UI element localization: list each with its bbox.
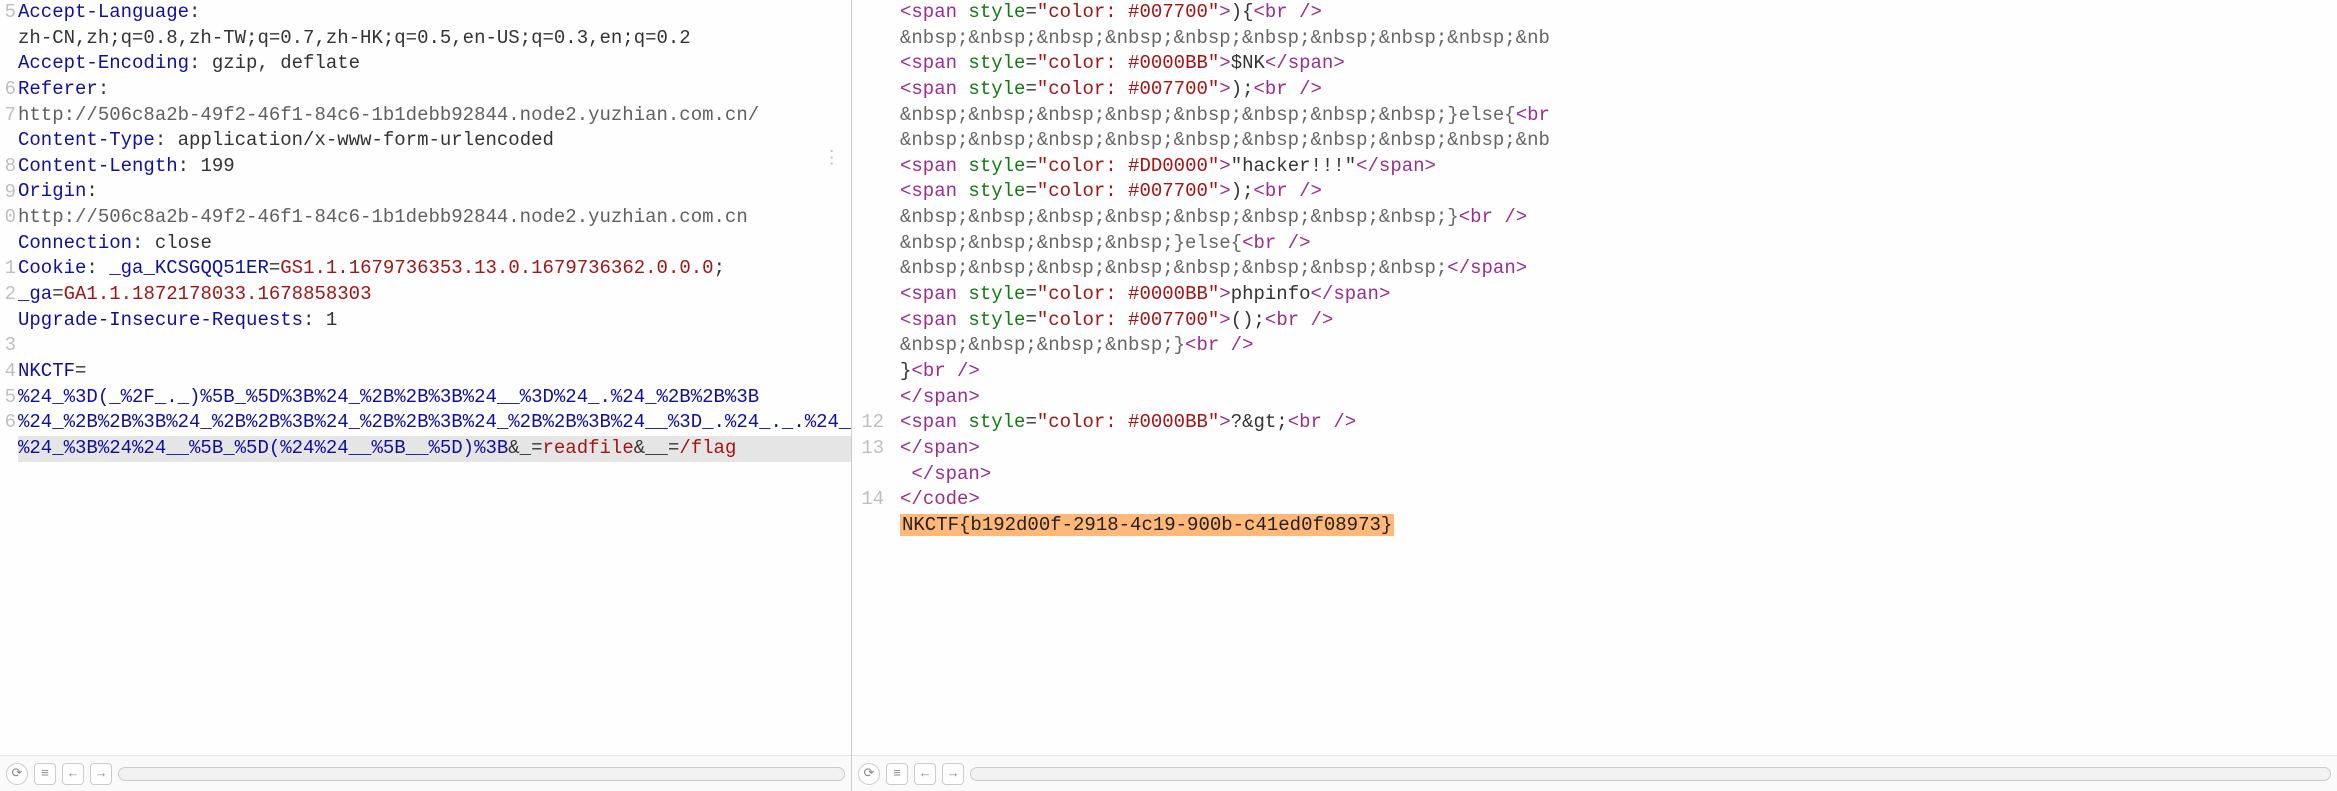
footer-button[interactable]: ⟳	[6, 763, 28, 785]
line-number: 9	[0, 180, 16, 206]
response-code[interactable]: <span style="color: #007700">){<br /> &n…	[900, 0, 2337, 755]
ctf-flag[interactable]: NKCTF{b192d00f-2918-4c19-900b-c41ed0f089…	[900, 514, 1394, 536]
header-value: application/x-www-form-urlencoded	[178, 129, 554, 151]
cookie-name: _ga	[18, 283, 52, 305]
line-number: 5	[0, 0, 16, 26]
code-line: <span style="color: #0000BB">phpinfo</sp…	[900, 282, 2337, 308]
cookie-value: GS1.1.1679736353.13.0.1679736362.0.0.0	[280, 257, 713, 279]
line-number: 13	[852, 436, 884, 462]
code-line: <span style="color: #007700">);<br />	[900, 179, 2337, 205]
line-number: 7	[0, 103, 16, 129]
code-line: </code>	[900, 487, 2337, 513]
code-line: &nbsp;&nbsp;&nbsp;&nbsp;&nbsp;&nbsp;&nbs…	[900, 103, 2337, 129]
line-number: 6	[0, 77, 16, 103]
code-line: </span>	[900, 385, 2337, 411]
body-payload: %24_%2B%2B%3B%24_%2B%2B%3B%24_%2B%2B%3B%…	[18, 411, 852, 433]
footer-button[interactable]: →	[90, 763, 112, 785]
response-pane: 12 13 14 <span style="color: #007700">){…	[852, 0, 2337, 791]
pane-footer-right: ⟳ ≡ ← →	[852, 755, 2337, 791]
line-number: 1	[0, 256, 16, 282]
cookie-value: GA1.1.1872178033.1678858303	[64, 283, 372, 305]
header-value: http://506c8a2b-49f2-46f1-84c6-1b1debb92…	[18, 103, 851, 129]
code-line: &nbsp;&nbsp;&nbsp;&nbsp;}<br />	[900, 333, 2337, 359]
code-line: <span style="color: #0000BB">$NK</span>	[900, 51, 2337, 77]
code-line: <span style="color: #0000BB">?&gt;<br />	[900, 410, 2337, 436]
header-connection: Connection	[18, 232, 132, 254]
code-line: &nbsp;&nbsp;&nbsp;&nbsp;&nbsp;&nbsp;&nbs…	[900, 256, 2337, 282]
pane-footer-left: ⟳ ≡ ← →	[0, 755, 851, 791]
header-value: zh-CN,zh;q=0.8,zh-TW;q=0.7,zh-HK;q=0.5,e…	[18, 26, 851, 52]
line-number: 4	[0, 359, 16, 385]
split-editor: 5 6 7 8 9 0 1 2 3 4 5 6 ⋮ Accept-Languag…	[0, 0, 2337, 791]
footer-button[interactable]: ⟳	[858, 763, 880, 785]
code-line: <span style="color: #007700">();<br />	[900, 308, 2337, 334]
body-param-name: NKCTF	[18, 360, 75, 382]
header-value: close	[155, 232, 212, 254]
request-pane: 5 6 7 8 9 0 1 2 3 4 5 6 ⋮ Accept-Languag…	[0, 0, 852, 791]
code-line: &nbsp;&nbsp;&nbsp;&nbsp;&nbsp;&nbsp;&nbs…	[900, 26, 2337, 52]
header-value: http://506c8a2b-49f2-46f1-84c6-1b1debb92…	[18, 205, 851, 231]
code-line: </span>	[900, 436, 2337, 462]
flag-line: NKCTF{b192d00f-2918-4c19-900b-c41ed0f089…	[900, 513, 2337, 539]
code-line: &nbsp;&nbsp;&nbsp;&nbsp;&nbsp;&nbsp;&nbs…	[900, 205, 2337, 231]
line-number: 6	[0, 410, 16, 436]
line-number: 0	[0, 205, 16, 231]
footer-button[interactable]: ←	[62, 763, 84, 785]
line-number: 12	[852, 410, 884, 436]
body-param-value: readfile	[543, 437, 634, 459]
code-line: <span style="color: #DD0000">"hacker!!!"…	[900, 154, 2337, 180]
footer-button[interactable]: ≡	[34, 763, 56, 785]
header-value: 1	[326, 309, 337, 331]
code-line: &nbsp;&nbsp;&nbsp;&nbsp;&nbsp;&nbsp;&nbs…	[900, 128, 2337, 154]
header-value: gzip, deflate	[212, 52, 360, 74]
line-gutter-right: 12 13 14	[852, 0, 886, 791]
code-line: <span style="color: #007700">){<br />	[900, 0, 2337, 26]
line-number: 2	[0, 282, 16, 308]
header-content-type: Content-Type	[18, 129, 155, 151]
footer-button[interactable]: ←	[914, 763, 936, 785]
code-line: </span>	[900, 462, 2337, 488]
header-content-length: Content-Length	[18, 155, 178, 177]
line-number: 8	[0, 154, 16, 180]
header-referer: Referer	[18, 78, 98, 100]
footer-button[interactable]: ≡	[886, 763, 908, 785]
body-param-value: /flag	[679, 437, 736, 459]
cookie-name: _ga_KCSGQQ51ER	[109, 257, 269, 279]
line-number: 3	[0, 333, 16, 359]
header-cookie: Cookie	[18, 257, 86, 279]
header-upgrade: Upgrade-Insecure-Requests	[18, 309, 303, 331]
body-payload: %24_%3D(_%2F_._)%5B_%5D%3B%24_%2B%2B%3B%…	[18, 386, 759, 408]
body-param: &__	[634, 437, 668, 459]
code-line: }<br />	[900, 359, 2337, 385]
header-origin: Origin	[18, 180, 86, 202]
footer-button[interactable]: →	[942, 763, 964, 785]
line-number: 5	[0, 385, 16, 411]
header-accept-language: Accept-Language	[18, 1, 189, 23]
request-code[interactable]: Accept-Language: zh-CN,zh;q=0.8,zh-TW;q=…	[18, 0, 851, 755]
body-payload: %24_%3B%24%24__%5B_%5D(%24%24__%5B__%5D)…	[18, 437, 508, 459]
code-line: <span style="color: #007700">);<br />	[900, 77, 2337, 103]
header-value: 199	[200, 155, 234, 177]
line-number: 14	[852, 487, 884, 513]
header-accept-encoding: Accept-Encoding	[18, 52, 189, 74]
footer-scrollbar[interactable]	[970, 767, 2331, 781]
code-line: &nbsp;&nbsp;&nbsp;&nbsp;}else{<br />	[900, 231, 2337, 257]
footer-scrollbar[interactable]	[118, 767, 845, 781]
code-line	[900, 538, 2337, 564]
body-param: &_	[508, 437, 531, 459]
line-gutter-left: 5 6 7 8 9 0 1 2 3 4 5 6	[0, 0, 18, 791]
